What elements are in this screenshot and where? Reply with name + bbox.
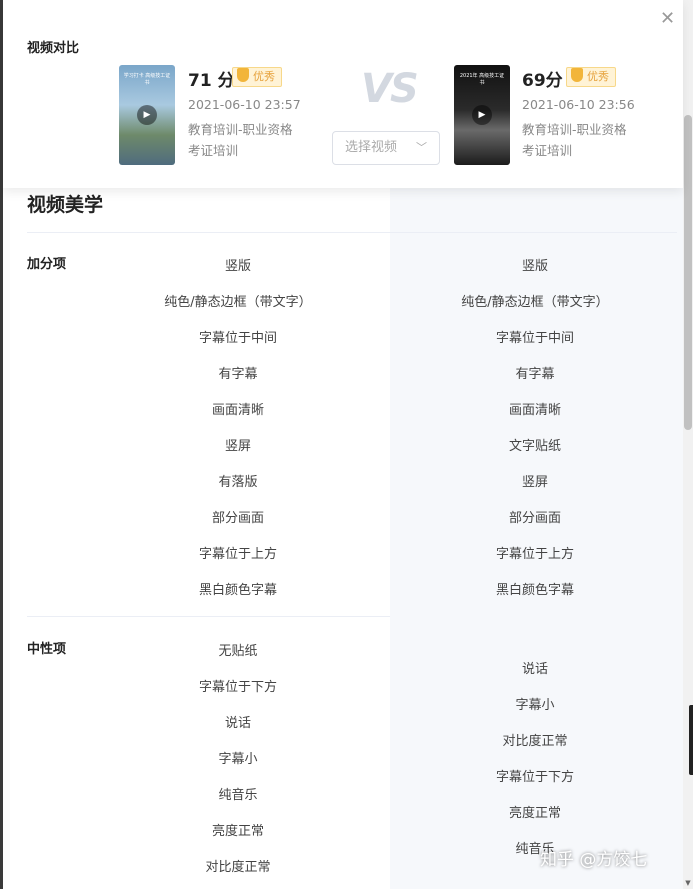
aesthetic-item: 字幕位于下方 (495, 770, 574, 785)
aesthetic-item: 字幕位于上方 (495, 547, 574, 562)
aesthetic-item: 部分画面 (508, 511, 561, 526)
aesthetic-item: 纯色/静态边框（带文字） (164, 295, 312, 310)
aesthetic-item: 对比度正常 (502, 734, 568, 749)
aesthetic-item: 画面清晰 (211, 403, 264, 418)
group-divider (27, 616, 390, 617)
video-b-badge-label: 优秀 (587, 70, 609, 83)
section-divider (27, 232, 677, 233)
aesthetic-item: 纯音乐 (218, 788, 258, 803)
aesthetic-item: 亮度正常 (211, 824, 264, 839)
video-b-score: 69分 (522, 71, 563, 91)
neutral-group-label: 中性项 (27, 642, 67, 657)
aesthetic-item: 有字幕 (515, 367, 555, 382)
aesthetic-item: 有字幕 (218, 367, 258, 382)
video-b-thumbnail[interactable]: 2021年 高级技工证书 ▶ (454, 65, 510, 165)
aesthetic-item: 竖版 (224, 259, 251, 274)
video-a-score: 71 分 (188, 71, 235, 91)
aesthetic-item: 字幕位于中间 (495, 331, 574, 346)
video-a-badge-label: 优秀 (253, 70, 275, 83)
aesthetic-item: 亮度正常 (508, 806, 561, 821)
select-video-placeholder: 选择视频 (345, 140, 398, 155)
watermark: 知乎 @方饺七 (540, 850, 648, 870)
select-video-dropdown[interactable]: 选择视频 ﹀ (332, 131, 440, 165)
video-a-date: 2021-06-10 23:57 (188, 97, 301, 112)
scrollbar-thumb[interactable] (684, 115, 692, 430)
video-b-badge: 优秀 (566, 67, 616, 87)
video-a-category-line1: 教育培训-职业资格 (188, 122, 293, 137)
aesthetic-item: 对比度正常 (205, 860, 271, 875)
medal-icon (571, 68, 583, 82)
comparison-page: ✕ 视频对比 学习打卡 高级技工证书 ▶ 71 分 优秀 2021-06-10 … (0, 0, 693, 889)
aesthetic-item: 竖版 (521, 259, 548, 274)
section-title: 视频美学 (27, 194, 104, 216)
video-b-date: 2021-06-10 23:56 (522, 97, 635, 112)
aesthetic-item: 黑白颜色字幕 (198, 583, 277, 598)
video-a-thumbnail[interactable]: 学习打卡 高级技工证书 ▶ (119, 65, 175, 165)
aesthetic-item: 竖屏 (224, 439, 251, 454)
aesthetic-item: 画面清晰 (508, 403, 561, 418)
aesthetic-item: 竖屏 (521, 475, 548, 490)
header-title: 视频对比 (27, 41, 80, 56)
play-icon[interactable]: ▶ (137, 105, 157, 125)
video-b-category-line1: 教育培训-职业资格 (522, 122, 627, 137)
vs-label: VS (361, 66, 419, 112)
aesthetic-item: 说话 (224, 716, 251, 731)
aesthetic-item: 字幕位于上方 (198, 547, 277, 562)
aesthetic-item: 纯色/静态边框（带文字） (461, 295, 609, 310)
aesthetic-item: 说话 (521, 662, 548, 677)
video-b-category-line2: 考证培训 (522, 143, 573, 158)
bonus-group-label: 加分项 (27, 257, 67, 272)
aesthetic-item: 有落版 (218, 475, 258, 490)
medal-icon (237, 68, 249, 82)
video-a-badge: 优秀 (232, 67, 282, 87)
aesthetic-item: 字幕位于中间 (198, 331, 277, 346)
aesthetic-item: 部分画面 (211, 511, 264, 526)
aesthetic-item: 黑白颜色字幕 (495, 583, 574, 598)
aesthetic-item: 字幕小 (515, 698, 555, 713)
close-icon[interactable]: ✕ (660, 8, 675, 29)
video-a-category: 教育培训-职业资格 考证培训 (188, 119, 318, 161)
comparison-header: ✕ 视频对比 学习打卡 高级技工证书 ▶ 71 分 优秀 2021-06-10 … (3, 0, 683, 188)
video-a-category-line2: 考证培训 (188, 143, 239, 158)
chevron-down-icon: ﹀ (416, 141, 427, 154)
play-icon[interactable]: ▶ (472, 105, 492, 125)
aesthetic-item: 字幕位于下方 (198, 680, 277, 695)
video-b-thumb-caption: 2021年 高级技工证书 (459, 73, 505, 86)
aesthetic-item: 文字贴纸 (508, 439, 561, 454)
side-tab[interactable] (689, 705, 693, 775)
video-b-category: 教育培训-职业资格 考证培训 (522, 119, 652, 161)
video-a-thumb-caption: 学习打卡 高级技工证书 (123, 73, 171, 86)
aesthetic-item: 无贴纸 (218, 644, 258, 659)
aesthetic-item: 字幕小 (218, 752, 258, 767)
scroll-down-icon[interactable]: ▼ (684, 879, 692, 887)
